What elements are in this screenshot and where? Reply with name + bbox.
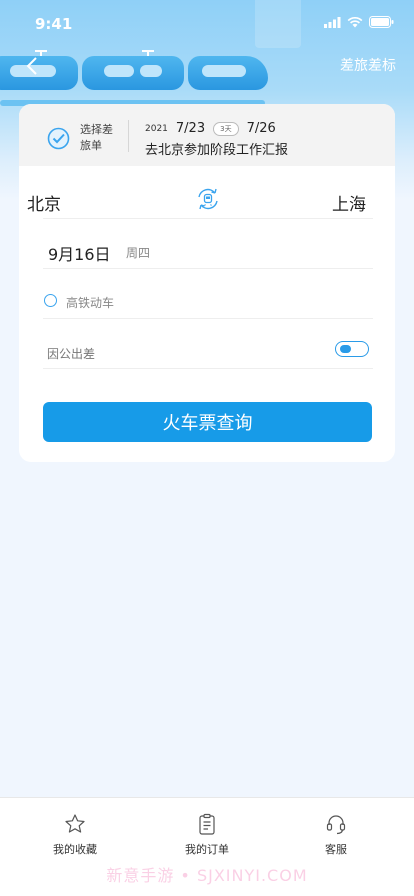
- from-city[interactable]: 北京: [27, 190, 61, 215]
- check-circle-icon: [47, 127, 70, 149]
- business-trip-toggle[interactable]: [335, 341, 369, 357]
- row-divider: [43, 318, 373, 319]
- tab-label: 客服: [325, 843, 347, 856]
- high-speed-radio[interactable]: [44, 294, 57, 307]
- high-speed-label: 高铁动车: [66, 296, 115, 310]
- star-icon: [65, 814, 85, 833]
- trip-days-badge: 3天: [213, 121, 239, 136]
- departure-date[interactable]: 9月16日: [48, 241, 111, 265]
- row-divider: [43, 268, 373, 269]
- watermark: 新意手游 • SJXINYI.COM: [106, 866, 308, 885]
- clipboard-icon: [199, 813, 215, 835]
- trip-start-date: 7/23: [175, 121, 206, 136]
- headset-icon: [326, 815, 346, 835]
- select-trip-label: 选择差旅单: [80, 123, 113, 152]
- battery-icon: [369, 16, 394, 28]
- tab-label: 我的订单: [185, 843, 229, 856]
- status-time: 9:41: [35, 15, 73, 33]
- select-trip-button[interactable]: 选择差旅单: [47, 122, 116, 154]
- row-divider: [43, 218, 373, 219]
- tab-customer-service[interactable]: 客服: [291, 812, 381, 857]
- tab-label: 我的收藏: [53, 843, 97, 856]
- toggle-knob: [340, 344, 351, 353]
- business-trip-label: 因公出差: [47, 347, 96, 361]
- trip-title: 去北京参加阶段工作汇报: [145, 143, 289, 158]
- travel-standard-link[interactable]: 差旅差标: [340, 55, 396, 75]
- train-car: [188, 56, 268, 90]
- trip-year: 2021: [145, 123, 168, 134]
- wifi-icon: [347, 16, 363, 27]
- tab-bar: 我的收藏 我的订单 客服 新意手游 • SJXINYI.COM: [0, 797, 414, 896]
- search-tickets-button[interactable]: 火车票查询: [43, 402, 372, 442]
- departure-weekday: 周四: [126, 246, 151, 260]
- swap-train-icon: [198, 188, 218, 210]
- row-divider: [43, 368, 373, 369]
- chevron-left-icon: [26, 57, 37, 75]
- tab-favorites[interactable]: 我的收藏: [30, 812, 120, 857]
- to-city[interactable]: 上海: [332, 190, 366, 215]
- divider: [128, 120, 129, 152]
- back-button[interactable]: [22, 55, 44, 77]
- tab-orders[interactable]: 我的订单: [162, 812, 252, 857]
- search-tickets-label: 火车票查询: [162, 413, 253, 434]
- signal-icon: [324, 16, 341, 28]
- status-bar: 9:41: [0, 0, 414, 44]
- swap-cities-button[interactable]: [195, 186, 221, 212]
- trip-end-date: 7/26: [246, 121, 276, 136]
- search-card: 选择差旅单 2021 7/23 3天 7/26 去北京参加阶段工作汇报 北京 上…: [19, 104, 395, 462]
- train-car: [82, 56, 184, 90]
- trip-header: 选择差旅单 2021 7/23 3天 7/26 去北京参加阶段工作汇报: [19, 104, 395, 166]
- trip-dates: 2021 7/23 3天 7/26: [145, 121, 276, 136]
